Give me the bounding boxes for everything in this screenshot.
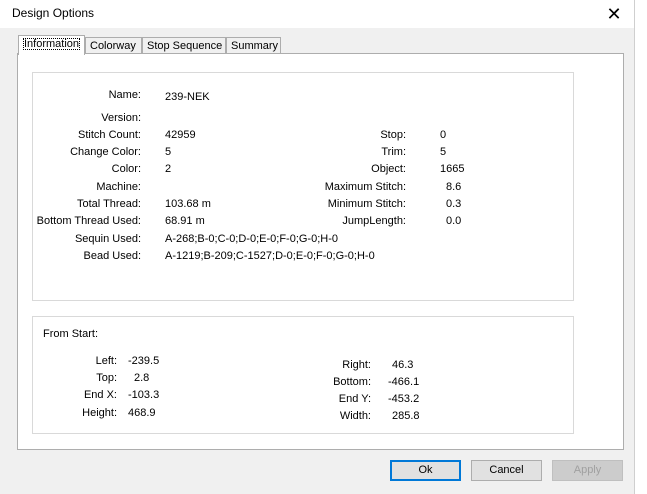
- sequin-value: A-268;B-0;C-0;D-0;E-0;F-0;G-0;H-0: [165, 233, 338, 245]
- bottom-thread-label: Bottom Thread Used:: [36, 215, 141, 227]
- machine-label: Machine:: [96, 181, 141, 193]
- height-label: Height:: [82, 407, 117, 419]
- stitch-count-label: Stitch Count:: [78, 129, 141, 141]
- apply-button[interactable]: Apply: [552, 460, 623, 481]
- jump-length-value: 0.0: [446, 215, 462, 227]
- ok-button[interactable]: Ok: [390, 460, 461, 481]
- bead-label: Bead Used:: [83, 250, 141, 262]
- from-start-heading: From Start:: [43, 328, 99, 340]
- min-stitch-value: 0.3: [446, 198, 462, 210]
- object-value: 1665: [440, 163, 465, 175]
- stitch-count-value: 42959: [165, 129, 196, 141]
- color-value: 2: [165, 163, 172, 175]
- design-options-dialog: Design Options ✕ Information Colorway St…: [0, 0, 635, 494]
- trim-value: 5: [440, 146, 447, 158]
- tab-information[interactable]: Information: [18, 35, 85, 55]
- jump-length-label: JumpLength:: [342, 215, 406, 227]
- end-y-value: -453.2: [388, 393, 420, 405]
- background-strip: [635, 0, 647, 494]
- window-title: Design Options: [12, 6, 95, 20]
- bottom-thread-value: 68.91 m: [165, 215, 205, 227]
- bottom-value: -466.1: [388, 376, 420, 388]
- right-value: 46.3: [392, 359, 414, 371]
- end-y-label: End Y:: [338, 393, 371, 405]
- name-value: 239-NEK: [165, 91, 210, 103]
- total-thread-value: 103.68 m: [165, 198, 211, 210]
- stop-value: 0: [440, 129, 447, 141]
- tab-stop-sequence[interactable]: Stop Sequence: [142, 37, 226, 54]
- height-value: 468.9: [128, 407, 156, 419]
- cancel-button[interactable]: Cancel: [471, 460, 542, 481]
- information-pane: Name: 239-NEK Version: Stitch Count: 429…: [17, 53, 624, 450]
- change-color-label: Change Color:: [70, 146, 141, 158]
- top-label: Top:: [96, 372, 117, 384]
- change-color-value: 5: [165, 146, 172, 158]
- right-label: Right:: [342, 359, 371, 371]
- end-x-label: End X:: [83, 389, 117, 401]
- name-label: Name:: [108, 89, 141, 101]
- bottom-label: Bottom:: [333, 376, 371, 388]
- top-value: 2.8: [134, 372, 150, 384]
- stop-label: Stop:: [380, 129, 406, 141]
- close-icon[interactable]: ✕: [600, 1, 628, 27]
- width-label: Width:: [339, 410, 371, 422]
- object-label: Object:: [371, 163, 406, 175]
- tab-colorway[interactable]: Colorway: [85, 37, 142, 54]
- color-label: Color:: [111, 163, 141, 175]
- version-label: Version:: [101, 112, 141, 124]
- design-info-group: Name: 239-NEK Version: Stitch Count: 429…: [32, 72, 574, 301]
- min-stitch-label: Minimum Stitch:: [327, 198, 406, 210]
- sequin-label: Sequin Used:: [74, 233, 141, 245]
- from-start-group: From Start: Left: -239.5 Top: 2.8 End X:…: [32, 316, 574, 434]
- left-value: -239.5: [128, 355, 160, 367]
- left-label: Left:: [95, 355, 117, 367]
- max-stitch-label: Maximum Stitch:: [324, 181, 406, 193]
- trim-label: Trim:: [381, 146, 406, 158]
- tab-summary[interactable]: Summary: [226, 37, 281, 54]
- end-x-value: -103.3: [128, 389, 160, 401]
- total-thread-label: Total Thread:: [76, 198, 141, 210]
- title-bar: Design Options ✕: [0, 0, 634, 28]
- max-stitch-value: 8.6: [446, 181, 462, 193]
- bead-value: A-1219;B-209;C-1527;D-0;E-0;F-0;G-0;H-0: [165, 250, 375, 262]
- width-value: 285.8: [392, 410, 420, 422]
